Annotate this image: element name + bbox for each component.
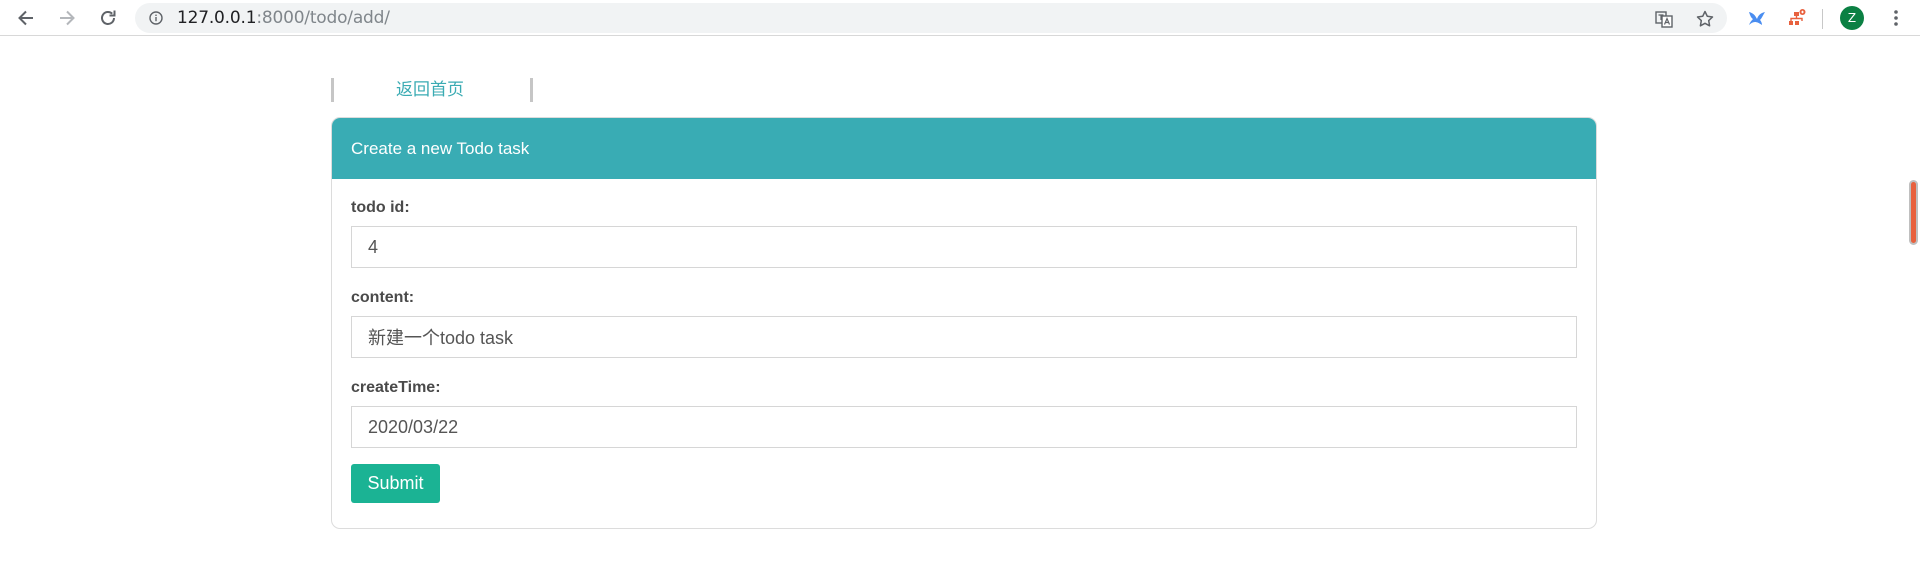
url-path: :8000/todo/add/	[256, 8, 390, 28]
site-info-icon[interactable]	[149, 11, 163, 25]
todo-id-label: todo id:	[351, 199, 410, 216]
content-label: content:	[351, 289, 415, 306]
toolbar-divider	[1822, 9, 1823, 29]
create-time-input[interactable]	[351, 406, 1577, 448]
browser-toolbar: 127.0.0.1:8000/todo/add/ Z	[0, 0, 1920, 36]
forward-icon[interactable]	[54, 5, 80, 31]
translate-icon[interactable]	[1654, 9, 1674, 29]
home-link[interactable]: 返回首页	[396, 80, 464, 100]
profile-avatar[interactable]: Z	[1840, 6, 1864, 30]
submit-button[interactable]: Submit	[351, 464, 440, 503]
bookmark-star-icon[interactable]	[1695, 9, 1715, 29]
nav-divider-left	[331, 78, 334, 102]
reload-icon[interactable]	[95, 5, 121, 31]
url-text[interactable]: 127.0.0.1:8000/todo/add/	[177, 9, 390, 28]
sitemap-extension-icon[interactable]	[1786, 7, 1808, 29]
address-bar[interactable]: 127.0.0.1:8000/todo/add/	[135, 3, 1727, 33]
kebab-menu-icon[interactable]	[1886, 8, 1906, 28]
todo-form-panel: Create a new Todo task todo id: content:…	[331, 117, 1597, 529]
nav-divider-right	[530, 78, 533, 102]
url-host: 127.0.0.1	[177, 8, 257, 28]
bird-extension-icon[interactable]	[1747, 8, 1767, 28]
back-icon[interactable]	[13, 5, 39, 31]
todo-id-input[interactable]	[351, 226, 1577, 268]
top-nav: 返回首页	[331, 78, 533, 103]
scrollbar-thumb[interactable]	[1909, 180, 1918, 245]
content-input[interactable]	[351, 316, 1577, 358]
panel-title: Create a new Todo task	[332, 118, 1596, 179]
create-time-label: createTime:	[351, 379, 441, 396]
